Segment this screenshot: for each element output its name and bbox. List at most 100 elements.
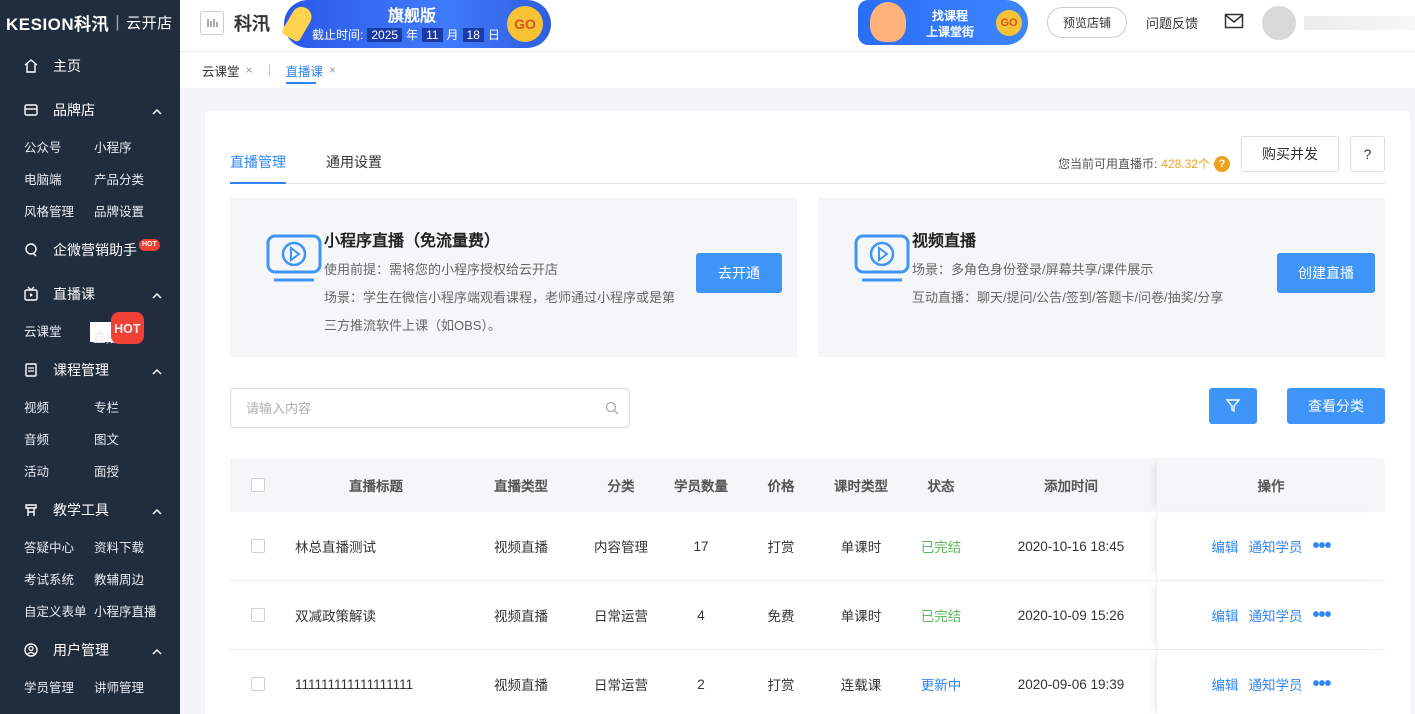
sidebar-item-offline[interactable]: 面授 (94, 456, 174, 488)
notify-students-link[interactable]: 通知学员 (1248, 674, 1302, 694)
close-icon[interactable]: × (329, 63, 336, 77)
sidebar-group-live-course[interactable]: 直播课 (0, 272, 180, 316)
main-card: 直播管理 通用设置 您当前可用直播币: 428.32个 ? 购买并发 ? 小程序… (205, 111, 1410, 714)
page-tab-cloud-classroom[interactable]: 云课堂 × (202, 52, 253, 88)
sidebar-item-students[interactable]: 学员管理 (24, 672, 94, 704)
select-all-cell (230, 478, 286, 492)
more-icon[interactable]: ••• (1312, 674, 1331, 694)
enable-button[interactable]: 去开通 (696, 253, 782, 293)
search-input[interactable] (231, 389, 571, 427)
cell-students: 2 (697, 676, 705, 692)
chevron-up-icon (152, 643, 162, 659)
panel-description: 场景：多角色身份登录/屏幕共享/课件展示 互动直播：聊天/提问/公告/签到/答题… (912, 256, 1262, 312)
flagship-banner[interactable]: 旗舰版 截止时间: 2025 年 11 月 18 日 GO (280, 0, 551, 48)
ad-line-2: 上课堂街 (926, 25, 975, 39)
buy-concurrency-button[interactable]: 购买并发 (1241, 136, 1339, 172)
sidebar-item-custom-form[interactable]: 自定义表单 (24, 596, 94, 628)
sidebar-item-pc[interactable]: 电脑端 (24, 164, 94, 196)
sidebar-item-style[interactable]: 风格管理 (24, 196, 94, 228)
row-select-cell (230, 677, 286, 691)
create-live-button[interactable]: 创建直播 (1277, 253, 1375, 293)
logo-separator: | (115, 12, 121, 31)
cell-title: 林总直播测试 (295, 540, 376, 555)
sidebar-item-qa-center[interactable]: 答疑中心 (24, 532, 94, 564)
cell-title: 111111111111111111 (295, 676, 414, 692)
chevron-up-icon (152, 287, 162, 303)
cell-lesson-type: 单课时 (840, 609, 882, 624)
mail-icon[interactable] (1224, 13, 1244, 32)
page-tab-live-course[interactable]: 直播课 × (285, 52, 336, 88)
sidebar-group-user-management[interactable]: 用户管理 (0, 628, 180, 672)
more-icon[interactable]: ••• (1312, 536, 1331, 556)
sidebar-item-live-course[interactable]: 直播课 HOT (90, 312, 144, 345)
sidebar-item-audio[interactable]: 音频 (24, 424, 94, 456)
sidebar-item-official-account[interactable]: 公众号 (24, 132, 94, 164)
sidebar-group-wecom-assistant[interactable]: 企微营销助手 HOT (0, 228, 180, 272)
sidebar-item-article[interactable]: 图文 (94, 424, 174, 456)
sidebar-item-exam[interactable]: 考试系统 (24, 564, 94, 596)
search-box (230, 388, 630, 428)
tab-general-settings[interactable]: 通用设置 (326, 152, 382, 172)
app-logo[interactable]: 科汛 (200, 10, 270, 36)
select-all-checkbox[interactable] (251, 478, 265, 492)
sidebar-item-mini-live[interactable]: 小程序直播 (94, 596, 174, 628)
sidebar-logo[interactable]: KESION科汛 | 云开店 (0, 0, 180, 44)
help-button[interactable]: ? (1350, 136, 1385, 172)
cell-date: 2020-10-09 15:26 (1017, 607, 1125, 623)
sidebar-item-teaching-merch[interactable]: 教辅周边 (94, 564, 174, 596)
notify-students-link[interactable]: 通知学员 (1248, 605, 1302, 625)
store-icon (22, 101, 40, 119)
mini-program-live-panel: 小程序直播（免流量费） 使用前提：需将您的小程序授权给云开店 场景：学生在微信小… (230, 198, 797, 357)
sidebar-item-video[interactable]: 视频 (24, 392, 94, 424)
preview-store-button[interactable]: 预览店铺 (1047, 7, 1127, 38)
video-play-icon (266, 234, 322, 282)
search-icon[interactable] (605, 401, 619, 418)
chevron-up-icon (152, 103, 162, 119)
sidebar-item-downloads[interactable]: 资料下载 (94, 532, 174, 564)
edit-link[interactable]: 编辑 (1211, 674, 1238, 694)
sidebar-group-label: 课程管理 (53, 362, 109, 378)
username-redacted[interactable] (1304, 16, 1415, 30)
ad-go-button[interactable]: GO (996, 10, 1022, 36)
sidebar-group-course-management[interactable]: 课程管理 (0, 348, 180, 392)
sidebar-item-home[interactable]: 主页 (0, 44, 180, 88)
row-checkbox[interactable] (251, 608, 265, 622)
sidebar-group-label: 用户管理 (53, 642, 109, 658)
help-icon[interactable]: ? (1214, 155, 1230, 172)
sidebar-submenu-teaching-tools: 答疑中心 资料下载 考试系统 教辅周边 自定义表单 小程序直播 (0, 532, 180, 628)
sidebar-item-mini-program[interactable]: 小程序 (94, 132, 174, 164)
ad-line-1: 找课程 (932, 9, 969, 23)
notify-students-link[interactable]: 通知学员 (1248, 536, 1302, 556)
panel-line-2: 互动直播：聊天/提问/公告/签到/答题卡/问卷/抽奖/分享 (912, 290, 1224, 305)
close-icon[interactable]: × (246, 63, 253, 77)
more-icon[interactable]: ••• (1312, 605, 1331, 625)
edit-link[interactable]: 编辑 (1211, 605, 1238, 625)
sidebar-item-column[interactable]: 专栏 (94, 392, 174, 424)
sidebar-item-product-category[interactable]: 产品分类 (94, 164, 174, 196)
feedback-link[interactable]: 问题反馈 (1146, 13, 1198, 32)
course-street-ad[interactable]: 找课程 上课堂街 GO (858, 0, 1028, 45)
row-checkbox[interactable] (251, 677, 265, 691)
sidebar-item-label: 主页 (53, 58, 81, 74)
avatar[interactable] (1262, 6, 1296, 40)
content-tabs: 直播管理 通用设置 您当前可用直播币: 428.32个 ? (230, 141, 1385, 184)
banner-go-button[interactable]: GO (507, 6, 543, 42)
filter-button[interactable] (1209, 388, 1257, 424)
sidebar-group-teaching-tools[interactable]: 教学工具 (0, 488, 180, 532)
panel-line-1: 使用前提：需将您的小程序授权给云开店 (324, 262, 559, 277)
sidebar-item-brand-settings[interactable]: 品牌设置 (94, 196, 174, 228)
sidebar-item-cloud-classroom[interactable]: 云课堂 (24, 316, 94, 348)
sidebar-submenu-user-management: 学员管理 讲师管理 (0, 672, 180, 704)
edit-link[interactable]: 编辑 (1211, 536, 1238, 556)
document-icon (22, 361, 40, 379)
sidebar-item-activity[interactable]: 活动 (24, 456, 94, 488)
sidebar-submenu-course-management: 视频 专栏 音频 图文 活动 面授 (0, 392, 180, 488)
sidebar-item-teachers[interactable]: 讲师管理 (94, 672, 174, 704)
row-checkbox[interactable] (251, 539, 265, 553)
banner-expiry: 截止时间: 2025 年 11 月 18 日 (312, 26, 500, 43)
view-categories-button[interactable]: 查看分类 (1287, 388, 1385, 424)
tab-live-management[interactable]: 直播管理 (230, 152, 286, 184)
sidebar-group-brand-store[interactable]: 品牌店 (0, 88, 180, 132)
panel-description: 使用前提：需将您的小程序授权给云开店 场景：学生在微信小程序端观看课程，老师通过… (324, 256, 684, 340)
cell-status: 更新中 (920, 678, 962, 693)
